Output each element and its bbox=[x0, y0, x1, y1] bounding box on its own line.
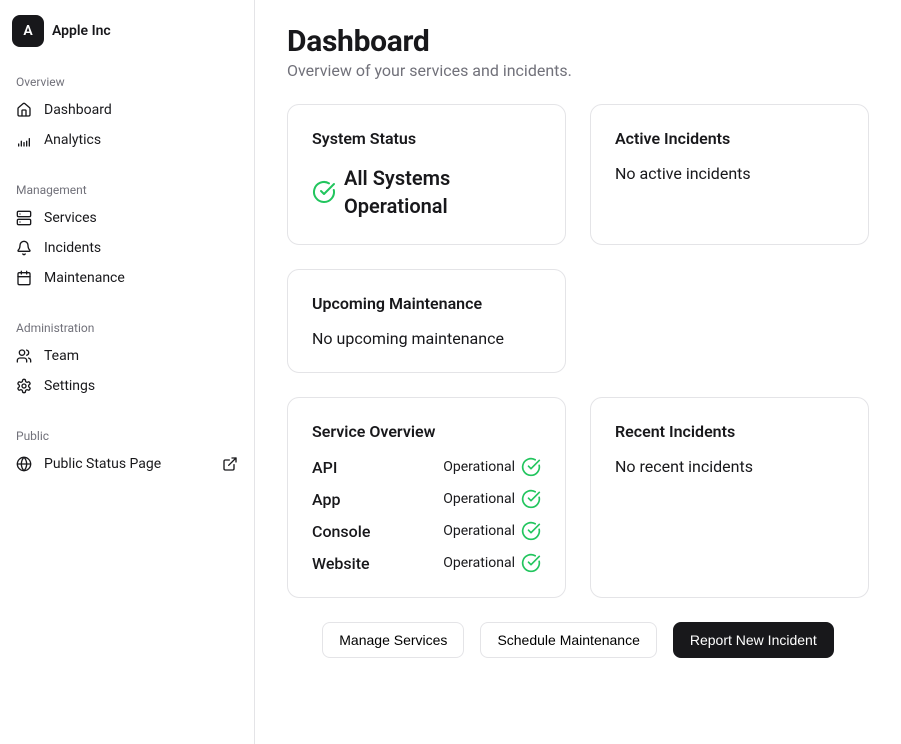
manage-services-button[interactable]: Manage Services bbox=[322, 622, 464, 658]
sidebar-item-services[interactable]: Services bbox=[8, 203, 246, 233]
nav-section-public: Public Public Status Page bbox=[8, 425, 246, 479]
nav-section-label: Management bbox=[8, 179, 246, 203]
main: Dashboard Overview of your services and … bbox=[255, 0, 901, 744]
card-title: System Status bbox=[312, 129, 541, 148]
bar-chart-icon bbox=[16, 132, 32, 148]
sidebar-item-label: Settings bbox=[44, 378, 238, 394]
service-row: App Operational bbox=[312, 489, 541, 509]
service-list: API Operational App Operational bbox=[312, 457, 541, 573]
service-name: Website bbox=[312, 554, 370, 573]
nav-section-label: Overview bbox=[8, 71, 246, 95]
service-row: API Operational bbox=[312, 457, 541, 477]
service-name: API bbox=[312, 458, 337, 477]
nav-section-management: Management Services Incidents Maintenanc… bbox=[8, 179, 246, 293]
card-title: Active Incidents bbox=[615, 129, 844, 148]
sidebar-item-label: Dashboard bbox=[44, 102, 238, 118]
card-upcoming-maintenance: Upcoming Maintenance No upcoming mainten… bbox=[287, 269, 566, 373]
nav-section-label: Administration bbox=[8, 317, 246, 341]
nav-section-administration: Administration Team Settings bbox=[8, 317, 246, 401]
service-status-label: Operational bbox=[443, 555, 515, 571]
sidebar-item-label: Services bbox=[44, 210, 238, 226]
sidebar-item-analytics[interactable]: Analytics bbox=[8, 125, 246, 155]
card-system-status: System Status All Systems Operational bbox=[287, 104, 566, 245]
sidebar-item-team[interactable]: Team bbox=[8, 341, 246, 371]
service-row: Website Operational bbox=[312, 553, 541, 573]
page-subtitle: Overview of your services and incidents. bbox=[287, 61, 869, 80]
sidebar-item-label: Team bbox=[44, 348, 238, 364]
schedule-maintenance-button[interactable]: Schedule Maintenance bbox=[480, 622, 656, 658]
sidebar-item-label: Public Status Page bbox=[44, 456, 210, 472]
report-incident-button[interactable]: Report New Incident bbox=[673, 622, 834, 658]
org-header[interactable]: A Apple Inc bbox=[8, 11, 246, 51]
check-circle-icon bbox=[521, 521, 541, 541]
upcoming-maintenance-empty: No upcoming maintenance bbox=[312, 329, 541, 348]
recent-incidents-empty: No recent incidents bbox=[615, 457, 844, 476]
house-icon bbox=[16, 102, 32, 118]
system-status-text: All Systems Operational bbox=[344, 164, 541, 220]
sidebar-item-label: Incidents bbox=[44, 240, 238, 256]
globe-icon bbox=[16, 456, 32, 472]
nav-section-overview: Overview Dashboard Analytics bbox=[8, 71, 246, 155]
card-title: Recent Incidents bbox=[615, 422, 844, 441]
card-title: Service Overview bbox=[312, 422, 541, 441]
org-avatar: A bbox=[12, 15, 44, 47]
sidebar-item-maintenance[interactable]: Maintenance bbox=[8, 263, 246, 293]
page-title: Dashboard bbox=[287, 24, 869, 59]
bell-icon bbox=[16, 240, 32, 256]
check-circle-icon bbox=[521, 553, 541, 573]
card-active-incidents: Active Incidents No active incidents bbox=[590, 104, 869, 245]
actions: Manage Services Schedule Maintenance Rep… bbox=[287, 622, 869, 658]
server-icon bbox=[16, 210, 32, 226]
sidebar-item-label: Maintenance bbox=[44, 270, 238, 286]
calendar-icon bbox=[16, 270, 32, 286]
service-name: App bbox=[312, 490, 340, 509]
service-status-label: Operational bbox=[443, 523, 515, 539]
card-recent-incidents: Recent Incidents No recent incidents bbox=[590, 397, 869, 598]
card-title: Upcoming Maintenance bbox=[312, 294, 541, 313]
card-service-overview: Service Overview API Operational App Ope… bbox=[287, 397, 566, 598]
users-icon bbox=[16, 348, 32, 364]
service-name: Console bbox=[312, 522, 370, 541]
org-name: Apple Inc bbox=[52, 23, 111, 39]
service-status-label: Operational bbox=[443, 491, 515, 507]
check-circle-icon bbox=[312, 180, 336, 204]
service-status-label: Operational bbox=[443, 459, 515, 475]
nav-section-label: Public bbox=[8, 425, 246, 449]
active-incidents-empty: No active incidents bbox=[615, 164, 844, 183]
external-link-icon bbox=[222, 456, 238, 472]
sidebar-item-dashboard[interactable]: Dashboard bbox=[8, 95, 246, 125]
check-circle-icon bbox=[521, 457, 541, 477]
sidebar-item-label: Analytics bbox=[44, 132, 238, 148]
service-row: Console Operational bbox=[312, 521, 541, 541]
sidebar-item-incidents[interactable]: Incidents bbox=[8, 233, 246, 263]
check-circle-icon bbox=[521, 489, 541, 509]
sidebar: A Apple Inc Overview Dashboard Analytics… bbox=[0, 0, 255, 744]
sidebar-item-settings[interactable]: Settings bbox=[8, 371, 246, 401]
sidebar-item-public-status-page[interactable]: Public Status Page bbox=[8, 449, 246, 479]
gear-icon bbox=[16, 378, 32, 394]
